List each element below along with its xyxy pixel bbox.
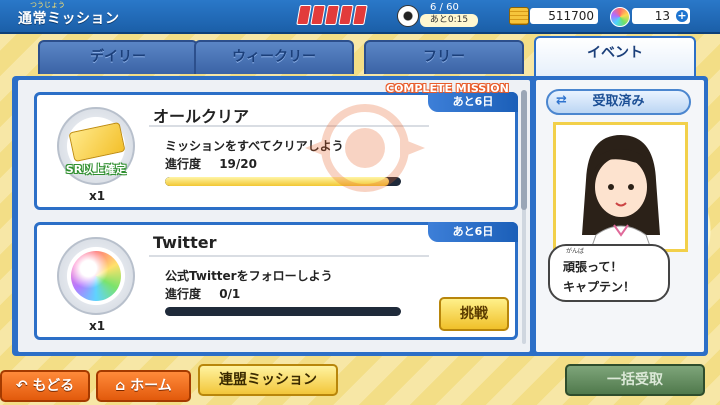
reward-label: SR以上確定 (65, 163, 127, 176)
progress-bar (165, 307, 401, 316)
mission-title: Twitter (153, 233, 217, 252)
progress-label: 進行度 (165, 287, 202, 301)
page-title: 通常ミッション (18, 11, 120, 27)
stamina-card-icon (352, 5, 368, 25)
home-button-label: ホーム (130, 378, 172, 394)
reward-icon-frame (57, 237, 135, 315)
complete-stamp-icon (305, 104, 425, 192)
rainbow-orb-icon (71, 251, 121, 301)
stamina-card-icon (338, 5, 354, 25)
soccer-ball-icon (397, 5, 419, 27)
stamina-cards (296, 5, 368, 25)
stamina-card-icon (296, 5, 312, 25)
speech-line-1: 頑張って！ (563, 260, 623, 274)
home-button[interactable]: ⌂ ホーム (96, 370, 191, 402)
divider (149, 255, 429, 257)
complete-mission-ribbon: COMPLETE MISSION (386, 82, 509, 95)
received-button[interactable]: 受取済み (546, 89, 691, 115)
home-icon: ⌂ (115, 378, 131, 394)
progress-text: 進行度 0/1 (165, 285, 240, 302)
refresh-icon: ⇄ (556, 93, 567, 108)
stamina-card-icon (324, 5, 340, 25)
mission-card-twitter: あと6日 x1 Twitter 公式Twitterをフォローしよう 進行度 0/… (34, 222, 518, 340)
tab-free[interactable]: フリー (364, 40, 524, 74)
mission-description: 公式Twitterをフォローしよう (165, 269, 333, 283)
tab-weekly[interactable]: ウィークリー (194, 40, 354, 74)
reward-quantity: x1 (89, 319, 106, 333)
progress-value: 19/20 (219, 157, 257, 171)
character-portrait (553, 122, 688, 252)
alliance-mission-button[interactable]: 連盟ミッション (198, 364, 338, 396)
ball-count: 6 / 60 (430, 2, 459, 13)
add-gems-icon[interactable]: + (676, 10, 688, 22)
reward-quantity: x1 (89, 189, 106, 203)
rainbow-gem-icon (610, 7, 630, 27)
tab-event[interactable]: イベント (534, 36, 696, 76)
scrollbar-thumb[interactable] (521, 90, 527, 210)
speech-ruby: がんば (566, 248, 585, 255)
deadline-badge: あと6日 (428, 92, 518, 112)
progress-text: 進行度 19/20 (165, 155, 257, 172)
back-button[interactable]: ↶ もどる (0, 370, 90, 402)
progress-label: 進行度 (165, 157, 202, 171)
ball-recovery-timer: あと0:15 (420, 14, 478, 27)
gacha-ticket-icon (68, 121, 126, 163)
tab-daily[interactable]: デイリー (38, 40, 198, 74)
progress-value: 0/1 (219, 287, 241, 301)
mission-title: オールクリア (153, 107, 250, 126)
reward-icon-frame: SR以上確定 (57, 107, 135, 185)
coin-stack-icon (509, 7, 529, 25)
deadline-badge: あと6日 (428, 222, 518, 242)
speech-line-2: キャプテン！ (563, 280, 636, 294)
back-button-label: もどる (32, 378, 75, 394)
coin-count: 511700 (530, 8, 598, 24)
mission-card-all-clear: あと6日 SR以上確定 x1 オールクリア ミッションをすべてクリアしよう 進行… (34, 92, 518, 210)
stamina-card-icon (310, 5, 326, 25)
character-girl-icon (582, 135, 660, 250)
bulk-receive-button[interactable]: 一括受取 (565, 364, 705, 396)
back-arrow-icon: ↶ (15, 378, 33, 394)
challenge-button[interactable]: 挑戦 (439, 297, 509, 331)
